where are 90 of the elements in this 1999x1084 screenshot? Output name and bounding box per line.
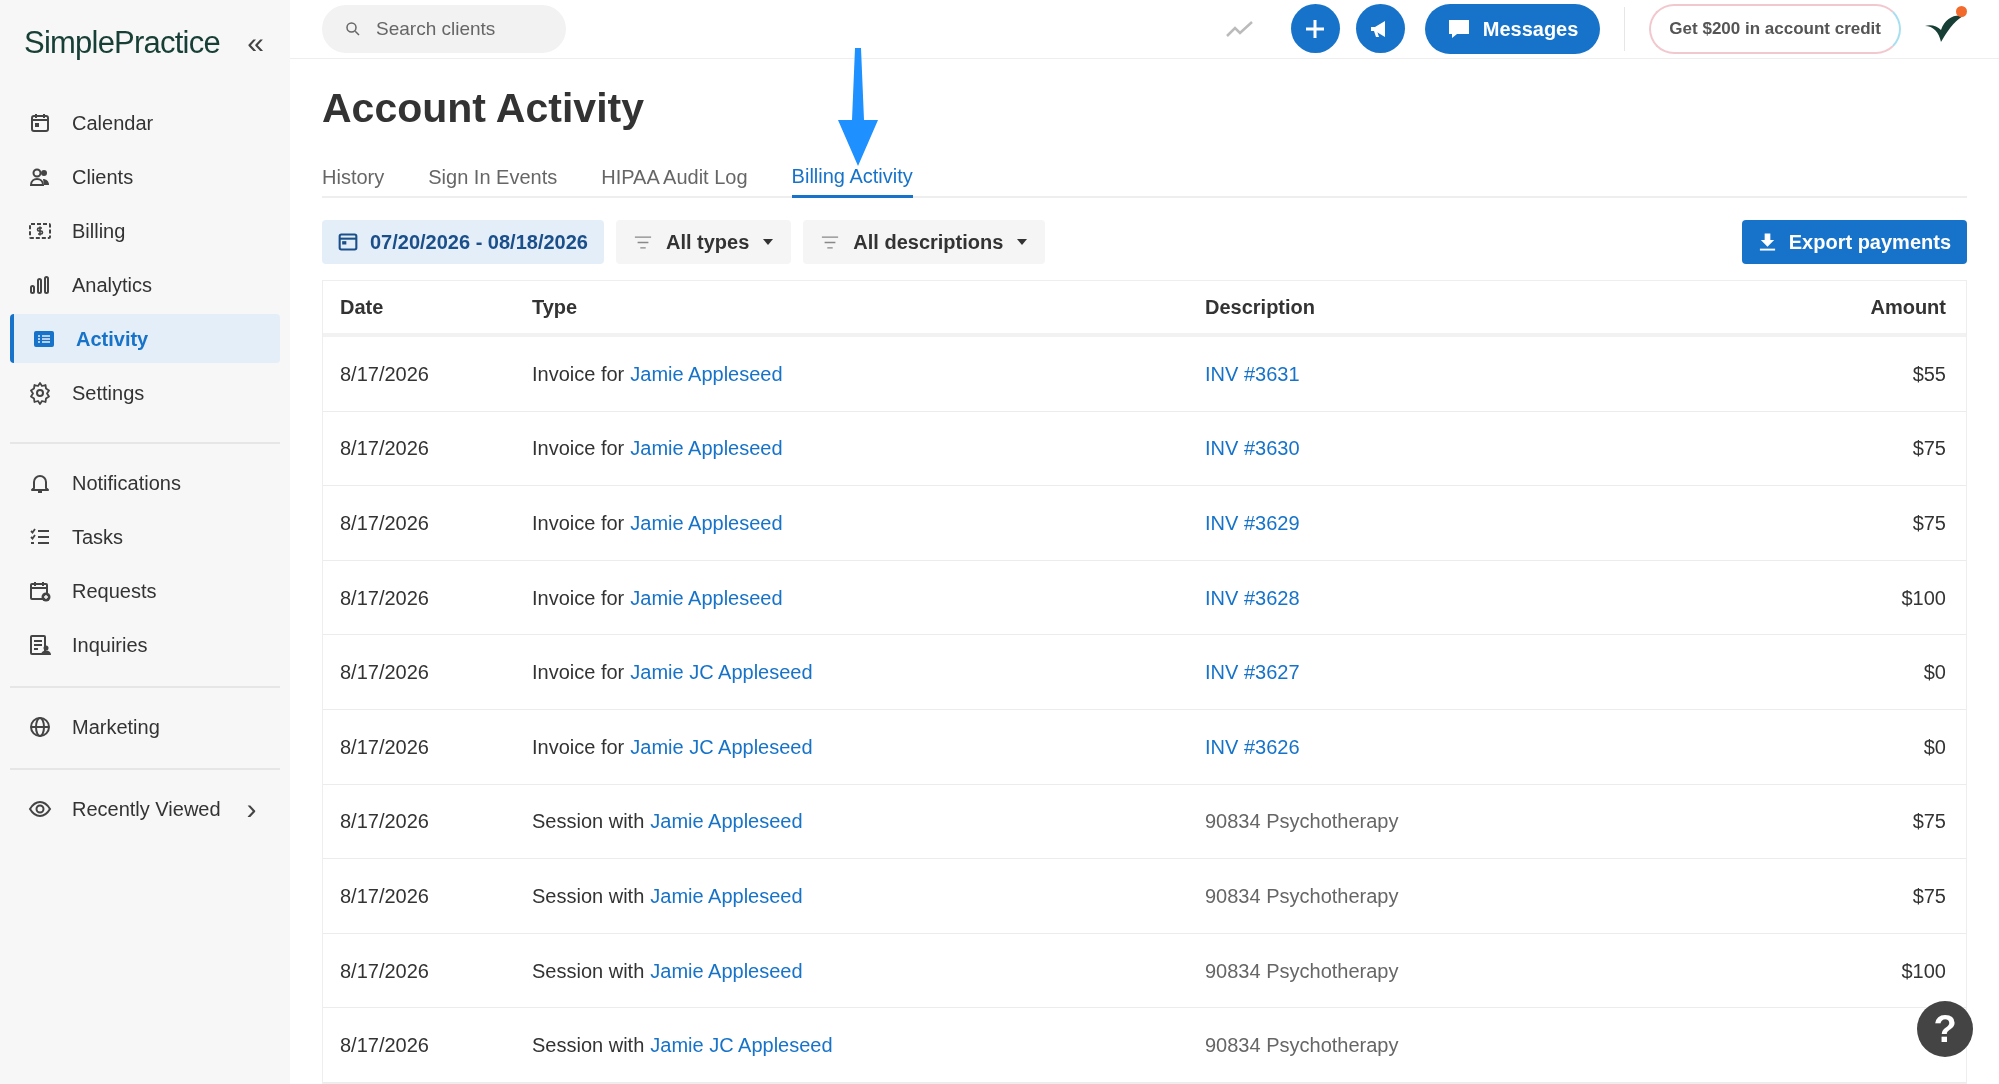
table-cell-text: Session with — [532, 809, 645, 835]
table-cell: $0 — [1923, 661, 1946, 684]
sidebar-item[interactable]: Tasks — [10, 512, 280, 561]
invoice-link[interactable]: INV #3631 — [1205, 362, 1300, 385]
sidebar-item[interactable]: Notifications — [10, 458, 280, 507]
calendar-icon — [338, 232, 358, 253]
tab[interactable]: History — [322, 156, 385, 199]
table-cell: $75 — [1912, 437, 1946, 460]
filter-icon — [821, 235, 840, 249]
sidebar-item[interactable]: Settings — [10, 368, 280, 417]
client-link[interactable]: Jamie Appleseed — [630, 433, 783, 464]
table-cell: $55 — [1912, 362, 1946, 385]
table-cell: 8/17/2026 — [340, 437, 429, 460]
table-cell: $0 — [1923, 735, 1946, 758]
table-cell: 8/17/2026 — [340, 1034, 429, 1057]
help-button[interactable]: ? — [1917, 1001, 1973, 1057]
document-person-icon — [28, 632, 52, 657]
table-cell: 8/17/2026 — [340, 586, 429, 609]
download-icon — [1757, 232, 1777, 253]
column-header: Amount — [1870, 296, 1946, 319]
tab[interactable]: Sign In Events — [428, 156, 558, 199]
table-cell: 90834 Psychotherapy — [1205, 810, 1399, 833]
collapse-button[interactable]: « — [247, 28, 264, 58]
sidebar-item[interactable]: Marketing — [10, 702, 280, 751]
sidebar-item[interactable]: Requests — [10, 566, 280, 615]
invoice-link[interactable]: INV #3630 — [1205, 437, 1300, 460]
sidebar-item[interactable]: Calendar — [10, 98, 280, 147]
credit-button[interactable]: Get $200 in account credit — [1649, 3, 1901, 54]
table-cell-text: Session with — [532, 1033, 645, 1059]
table-cell: 8/17/2026 — [340, 959, 429, 982]
settings-icon — [28, 380, 52, 405]
table-cell-text: Invoice for — [532, 436, 625, 462]
description-filter[interactable]: All descriptions — [803, 220, 1046, 265]
table-cell: 8/17/2026 — [340, 735, 429, 758]
tab[interactable]: HIPAA Audit Log — [601, 156, 748, 199]
table-cell: 90834 Psychotherapy — [1205, 959, 1399, 982]
page-title: Account Activity — [322, 83, 645, 133]
type-filter[interactable]: All types — [615, 220, 792, 265]
chevron-icon: › — [246, 793, 257, 824]
client-link[interactable]: Jamie Appleseed — [630, 358, 783, 389]
table-cell-text: Session with — [532, 884, 645, 909]
table-cell: 8/17/2026 — [340, 810, 429, 833]
messages-button[interactable]: Messages — [1424, 3, 1601, 54]
client-link[interactable]: Jamie Appleseed — [650, 955, 803, 986]
client-link[interactable]: Jamie Appleseed — [650, 881, 803, 911]
column-header: Type — [532, 296, 578, 319]
sidebar-item[interactable]: Recently Viewed › — [10, 784, 280, 833]
table-cell: 90834 Psychotherapy — [1205, 1034, 1399, 1057]
search-field[interactable]: Search clients — [322, 4, 566, 53]
table-cell-text: Invoice for — [532, 660, 625, 686]
table-cell: $100 — [1901, 959, 1946, 982]
search-icon — [344, 19, 362, 38]
table-cell-text: Invoice for — [532, 511, 625, 537]
table-cell: 90834 Psychotherapy — [1205, 885, 1399, 907]
globe-icon — [28, 714, 52, 739]
caret-icon — [1017, 239, 1028, 246]
table-cell: 8/17/2026 — [340, 512, 429, 535]
table-cell-text: Session with — [532, 958, 645, 984]
table-cell: 8/17/2026 — [340, 661, 429, 684]
sidebar-item[interactable]: Billing — [10, 206, 280, 255]
table-cell-text: Invoice for — [532, 734, 625, 760]
caret-icon — [763, 239, 774, 246]
sidebar-item[interactable]: Analytics — [10, 260, 280, 309]
logo: SimplePractice — [24, 23, 220, 62]
client-link[interactable]: Jamie JC Appleseed — [630, 657, 813, 688]
client-link[interactable]: Jamie Appleseed — [630, 508, 783, 539]
client-link[interactable]: Jamie JC Appleseed — [650, 1030, 833, 1061]
client-link[interactable]: Jamie JC Appleseed — [630, 731, 813, 762]
export-button[interactable]: Export payments — [1741, 220, 1967, 265]
column-header: Date — [340, 296, 384, 319]
invoice-link[interactable]: INV #3627 — [1205, 661, 1300, 684]
sidebar-item[interactable]: Activity — [10, 314, 280, 363]
filter-icon — [633, 235, 652, 249]
sidebar-item[interactable]: Inquiries — [10, 620, 280, 669]
client-link[interactable]: Jamie Appleseed — [650, 806, 803, 837]
table-cell: $100 — [1901, 586, 1946, 609]
table-cell: $75 — [1912, 810, 1946, 833]
table-cell-text: Invoice for — [532, 361, 625, 387]
table-cell-text: Invoice for — [532, 585, 625, 611]
table-cell: $75 — [1912, 512, 1946, 535]
date-range-button[interactable]: 07/20/2026 - 08/18/2026 — [322, 220, 604, 265]
invoice-link[interactable]: INV #3626 — [1205, 735, 1300, 758]
column-header: Description — [1205, 296, 1316, 319]
table-cell: 8/17/2026 — [340, 885, 429, 907]
table-cell: $75 — [1912, 885, 1946, 907]
invoice-link[interactable]: INV #3629 — [1205, 512, 1300, 535]
client-link[interactable]: Jamie Appleseed — [630, 582, 783, 613]
sidebar-item[interactable]: Clients — [10, 152, 280, 201]
invoice-link[interactable]: INV #3628 — [1205, 586, 1300, 609]
table-cell: 8/17/2026 — [340, 362, 429, 385]
